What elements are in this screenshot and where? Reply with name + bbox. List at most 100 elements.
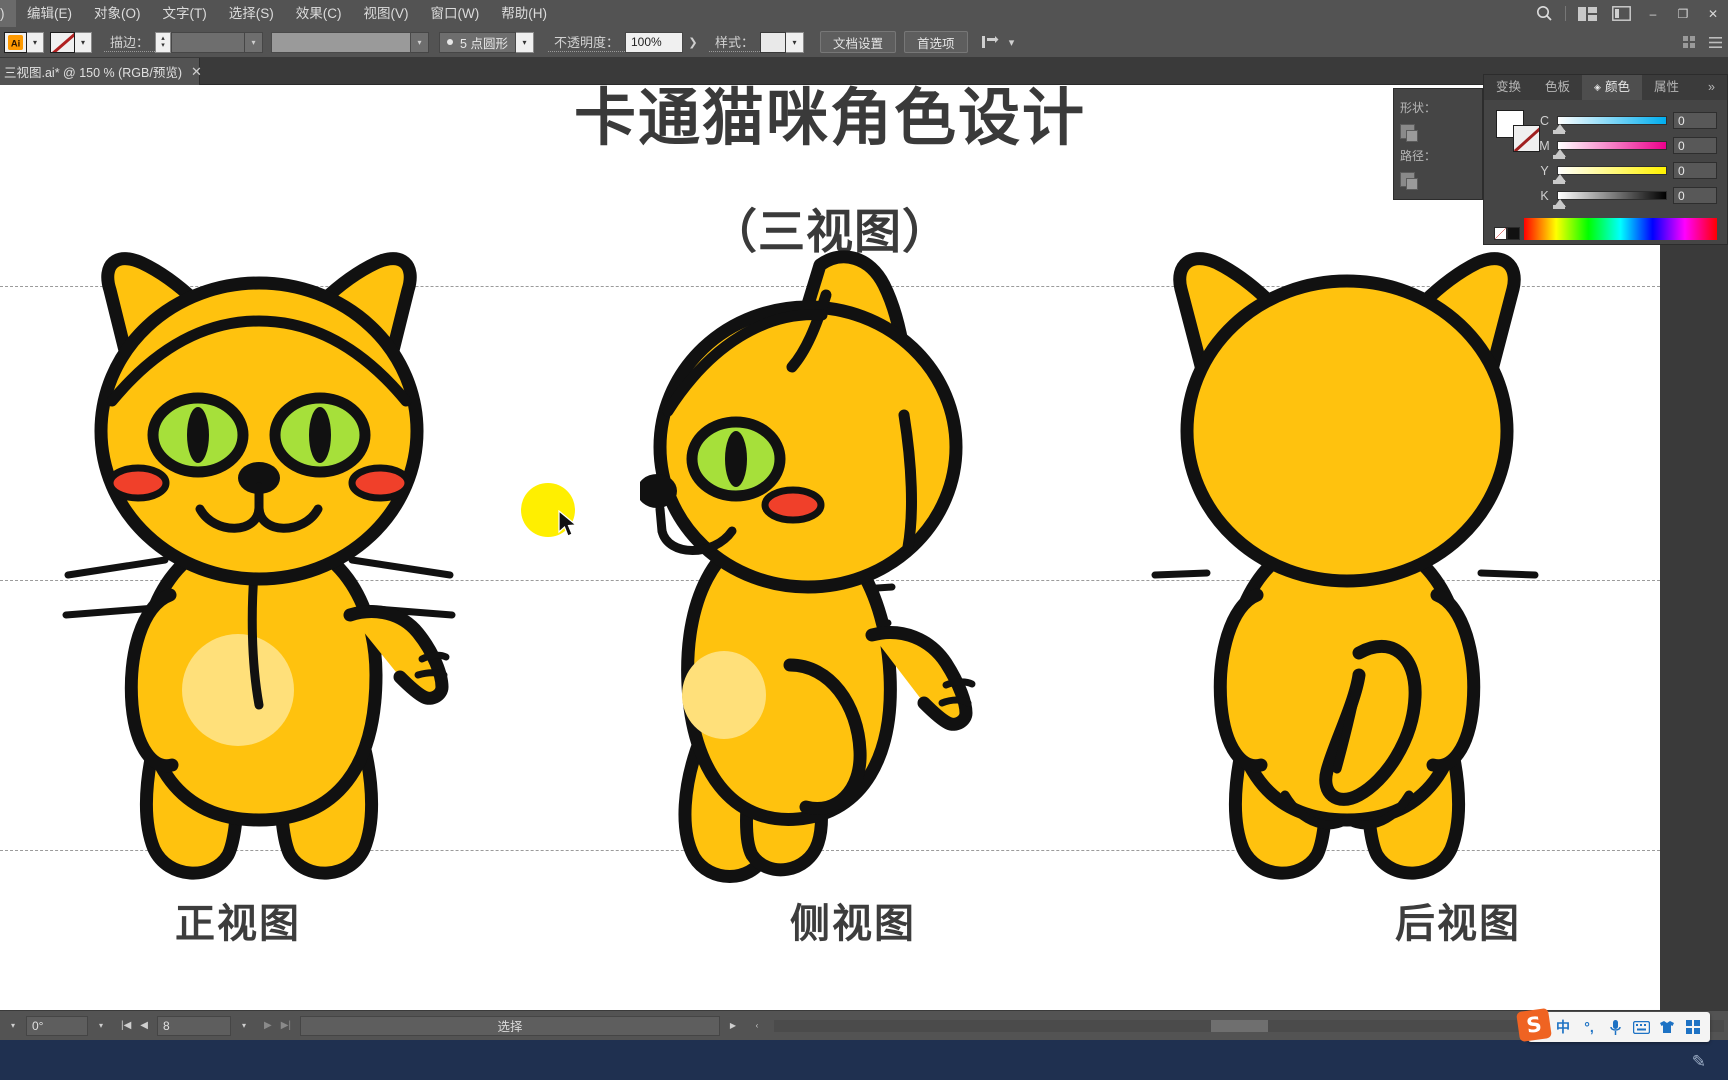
menu-item-type[interactable]: 文字(T) [152,0,218,27]
panel-grid-icon[interactable] [1678,32,1700,53]
status-text[interactable]: 选择 [300,1015,720,1036]
color-spectrum-ramp[interactable] [1524,218,1717,240]
channel-value-m[interactable]: 0 [1673,137,1717,154]
channel-value-y[interactable]: 0 [1673,162,1717,179]
svg-text:Ai: Ai [11,38,20,48]
ime-skin-icon[interactable] [1654,1014,1680,1040]
search-icon[interactable] [1527,0,1561,27]
graphic-style-caret-icon[interactable]: ▾ [785,31,804,53]
label-front-view: 正视图 [175,901,301,947]
tab-transform[interactable]: 变换 [1484,75,1533,100]
cat-side-view[interactable] [640,235,1020,915]
stroke-weight-stepper[interactable]: ▴ ▾ [155,31,172,53]
document-tab[interactable]: 三视图.ai* @ 150 % (RGB/预览) ✕ [0,58,202,85]
taskbar-pen-icon[interactable]: ✎ [1692,1052,1706,1072]
color-slider-k[interactable]: K 0 [1538,183,1717,209]
stroke-label: 描边： [104,32,156,52]
stroke-profile-field[interactable] [271,31,412,53]
window-minimize-button[interactable]: – [1638,0,1668,27]
window-close-button[interactable]: ✕ [1698,0,1728,27]
workspace-switcher-icon[interactable] [1570,0,1604,27]
menu-item-select[interactable]: 选择(S) [218,0,285,27]
color-slider-c[interactable]: C 0 [1538,108,1717,134]
opacity-field[interactable]: 100% [624,31,683,53]
rotation-field[interactable]: 0° [26,1015,88,1036]
menu-item-object[interactable]: 对象(O) [83,0,152,27]
label-side-view: 侧视图 [790,901,916,947]
status-bar: ▾ 0° ▾ |◀ ◀ 8 ▾ ▶ ▶| 选择 ▶ ‹ [0,1010,1728,1040]
menu-item-file[interactable]: ) [0,0,16,27]
tab-properties[interactable]: 属性 [1642,75,1691,100]
stroke-profile-caret-icon[interactable]: ▾ [411,31,430,53]
align-caret-icon[interactable]: ▾ [1002,32,1022,53]
menu-item-view[interactable]: 视图(V) [353,0,420,27]
channel-value-k[interactable]: 0 [1673,187,1717,204]
stroke-profile-group: ▾ [271,31,430,53]
rotation-caret-icon[interactable]: ▾ [90,1015,112,1036]
menu-item-window[interactable]: 窗口(W) [420,0,491,27]
windows-taskbar [0,1040,1728,1080]
arrange-documents-icon[interactable] [1604,0,1638,27]
tab-swatches[interactable]: 色板 [1533,75,1582,100]
artboard-first-button[interactable]: |◀ [121,1020,131,1031]
scrollbar-thumb[interactable] [1211,1019,1268,1032]
path-row: 路径： [1400,143,1476,167]
slider-knob-base-c [1553,130,1565,134]
ime-keyboard-icon[interactable] [1628,1014,1654,1040]
artboard-canvas[interactable]: 卡通猫咪角色设计 （三视图） 正视图 侧视图 后视图 [0,85,1660,1010]
channel-value-c[interactable]: 0 [1673,112,1717,129]
slider-knob-base-m [1553,155,1565,159]
zoom-caret-icon[interactable]: ▾ [2,1015,24,1036]
ime-voice-icon[interactable] [1602,1014,1628,1040]
ime-toolbox-icon[interactable] [1680,1014,1706,1040]
status-expand-icon[interactable]: ▶ [722,1015,744,1036]
fill-swatch-none[interactable] [50,31,75,53]
document-setup-button[interactable]: 文档设置 [819,31,896,53]
ime-punctuation[interactable]: °, [1576,1014,1602,1040]
window-restore-button[interactable]: ❐ [1668,0,1698,27]
sogou-logo-icon[interactable]: S [1516,1007,1552,1043]
path-icon[interactable] [1400,171,1418,190]
artboard-last-button[interactable]: ▶| [281,1020,291,1031]
fill-caret-icon[interactable]: ▾ [75,31,92,53]
stroke-style-display[interactable]: 5 点圆形 [439,31,516,53]
stroke-style-caret-icon[interactable]: ▾ [515,31,534,53]
align-objects-icon[interactable] [980,32,1002,53]
slider-track-m[interactable] [1553,141,1667,159]
slider-track-y[interactable] [1553,166,1667,184]
slider-track-k[interactable] [1553,191,1667,209]
style-label: 样式： [708,32,760,52]
tab-color[interactable]: ◈ 颜色 [1582,75,1642,100]
shape-builder-icon[interactable] [1400,123,1418,142]
current-tool-icon[interactable]: Ai [4,31,27,53]
opacity-expand-icon[interactable]: ❯ [683,32,703,53]
artboard-prev-button[interactable]: ◀ [140,1020,148,1031]
color-slider-y[interactable]: Y 0 [1538,158,1717,184]
menu-item-edit[interactable]: 编辑(E) [16,0,83,27]
close-icon[interactable]: ✕ [191,65,202,78]
tool-options-caret-icon[interactable]: ▾ [27,31,44,53]
ime-mode-chinese[interactable]: 中 [1550,1014,1576,1040]
stroke-weight-caret-icon[interactable]: ▾ [245,31,264,53]
menu-item-help[interactable]: 帮助(H) [490,0,558,27]
cat-front-view[interactable] [50,235,470,915]
color-slider-m[interactable]: M 0 [1538,133,1717,159]
panel-overflow-icon[interactable]: » [1696,75,1727,100]
none-swatch[interactable] [1494,227,1507,240]
panel-menu-icon[interactable] [1704,32,1726,53]
artboard-caret-icon[interactable]: ▾ [233,1015,255,1036]
stroke-weight-field[interactable] [171,31,246,53]
fill-stroke-proxy[interactable] [1496,110,1540,152]
artboard-navigation: |◀ ◀ [114,1020,155,1031]
status-collapse-icon[interactable]: ‹ [746,1015,768,1036]
slider-track-c[interactable] [1553,116,1667,134]
cat-back-view[interactable] [1145,235,1545,915]
artboard-next-button[interactable]: ▶ [264,1020,272,1031]
stroke-proxy-swatch-none[interactable] [1513,125,1540,152]
label-back-view: 后视图 [1395,901,1521,947]
preferences-button[interactable]: 首选项 [904,31,968,53]
graphic-style-swatch[interactable] [759,31,786,53]
menu-item-effect[interactable]: 效果(C) [285,0,353,27]
artboard-number-field[interactable]: 8 [157,1015,231,1036]
black-swatch[interactable] [1507,227,1520,240]
